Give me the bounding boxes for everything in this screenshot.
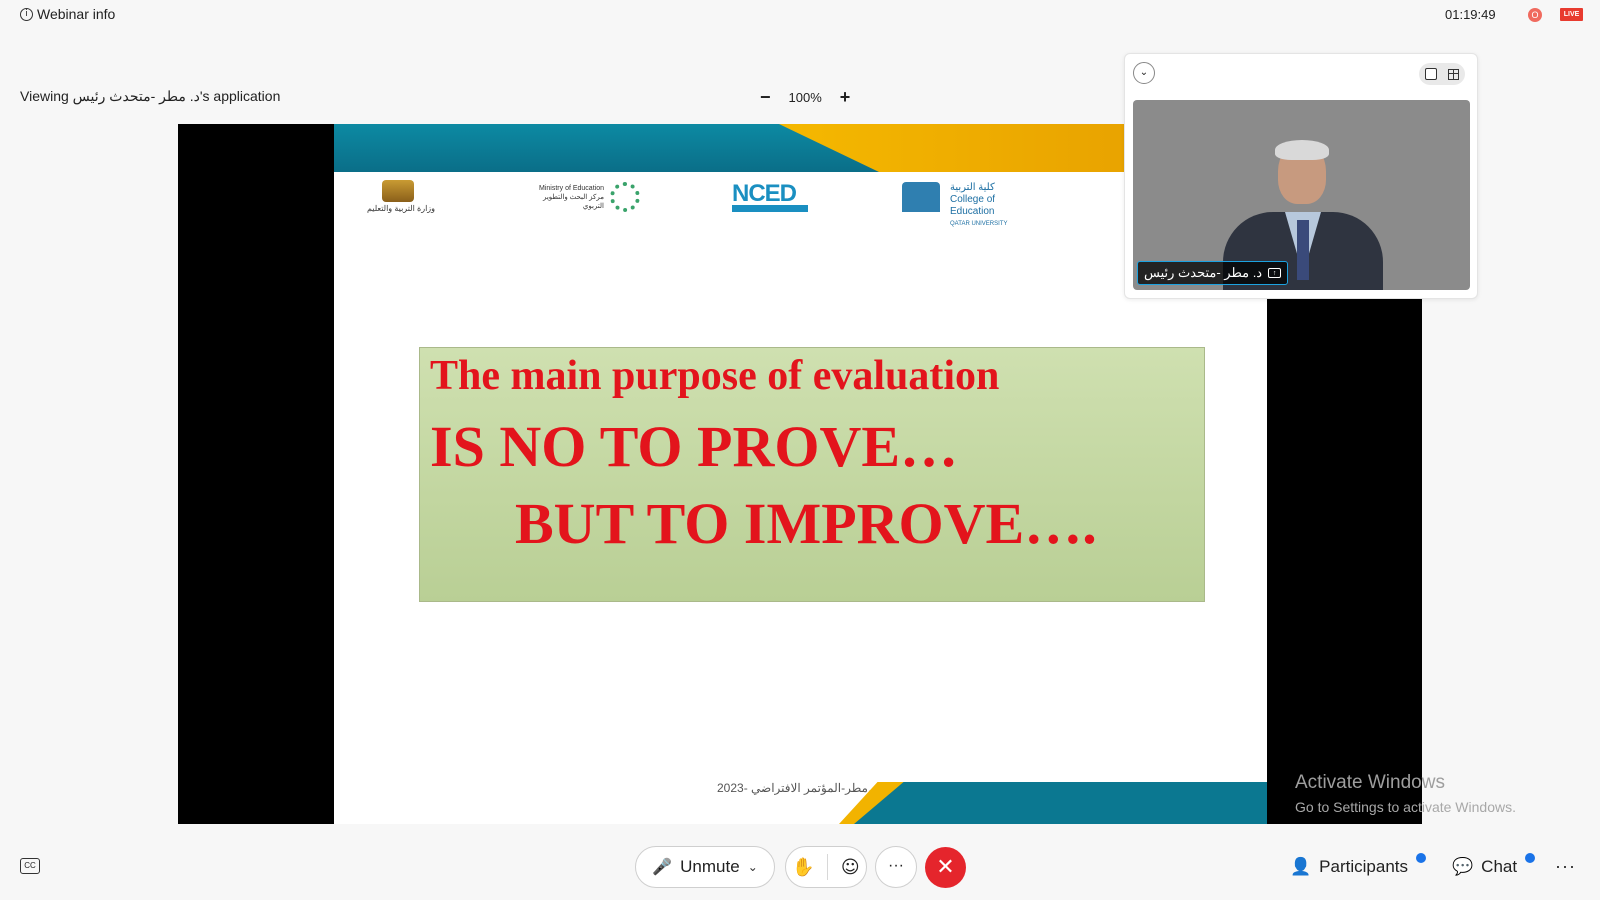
- chat-button[interactable]: 💬 Chat: [1452, 853, 1536, 877]
- slide-quote-box: The main purpose of evaluation IS NO TO …: [419, 347, 1205, 602]
- speaker-video[interactable]: د. مطر -متحدث رئيس ↑: [1133, 100, 1470, 290]
- activate-windows-title: Activate Windows: [1295, 772, 1445, 793]
- zoom-in-button[interactable]: +: [840, 88, 851, 106]
- slide-footer-band: [854, 782, 1267, 824]
- leave-meeting-button[interactable]: ✕: [925, 847, 966, 888]
- chat-notification-dot: [1525, 853, 1536, 863]
- college-name-ar: كلية التربية: [950, 182, 995, 193]
- webinar-info-label: Webinar info: [37, 6, 116, 22]
- activate-windows-subtitle: Go to Settings to activate Windows.: [1295, 799, 1516, 815]
- speaker-name-tag: د. مطر -متحدث رئيس ↑: [1137, 261, 1289, 285]
- webinar-info-button[interactable]: i Webinar info: [20, 6, 115, 22]
- video-layout-toggle: [1419, 63, 1465, 85]
- ministry-emblem-icon: [382, 180, 414, 202]
- slide-footer-text: 2023- د.مطر-المؤتمر الافتراضي: [717, 781, 877, 795]
- research-center-ring-icon: [610, 182, 640, 212]
- single-view-icon[interactable]: [1424, 68, 1437, 80]
- closed-captions-icon[interactable]: CC: [20, 858, 40, 874]
- live-badge: LIVE: [1560, 8, 1583, 21]
- chat-label: Chat: [1481, 857, 1518, 876]
- info-icon: i: [20, 7, 33, 21]
- slide-line-prove: IS NO TO PROVE…: [430, 414, 959, 479]
- slide-heading: The main purpose of evaluation: [430, 353, 1000, 399]
- divider: [827, 854, 829, 880]
- raise-hand-icon[interactable]: ✋: [792, 857, 814, 878]
- college-logo-text: كلية التربية College of Education QATAR …: [950, 182, 1032, 230]
- slide-line-improve: BUT TO IMPROVE….: [515, 491, 1097, 556]
- college-emblem-icon: [902, 182, 940, 212]
- research-center-logo: Ministry of Education مركز البحث والتطوي…: [524, 182, 654, 216]
- overflow-menu-button[interactable]: ···: [1555, 856, 1576, 877]
- sharing-screen-icon: ↑: [1268, 268, 1282, 278]
- reactions-icon[interactable]: ☺: [841, 857, 860, 878]
- participants-label: Participants: [1319, 857, 1408, 876]
- zoom-controls: − 100% +: [760, 88, 850, 106]
- video-panel: ⌄ د. مطر -متحدث رئيس ↑: [1124, 53, 1478, 299]
- college-name-en: College of Education: [950, 194, 996, 217]
- college-of-education-logo: كلية التربية College of Education QATAR …: [902, 180, 1032, 227]
- collapse-video-button[interactable]: ⌄: [1133, 62, 1155, 84]
- ministry-logo: وزارة التربية والتعليم: [356, 176, 446, 216]
- participants-button[interactable]: 👤 Participants: [1290, 853, 1426, 877]
- ministry-logo-text: وزارة التربية والتعليم: [366, 204, 436, 213]
- grid-view-icon[interactable]: [1448, 68, 1460, 80]
- chevron-down-icon[interactable]: ⌄: [748, 860, 758, 874]
- viewing-label: Viewing د. مطر -متحدث رئيس's application: [20, 88, 281, 104]
- participants-notification-dot: [1416, 853, 1426, 863]
- zoom-out-button[interactable]: −: [760, 88, 771, 106]
- elapsed-time: 01:19:49: [1445, 7, 1496, 22]
- mic-muted-icon: 🎤: [652, 859, 673, 876]
- more-options-button[interactable]: ···: [875, 846, 917, 888]
- college-university: QATAR UNIVERSITY: [950, 221, 1008, 227]
- nced-logo-bar: [732, 205, 808, 212]
- unmute-label: Unmute: [680, 857, 740, 876]
- speaker-name: د. مطر -متحدث رئيس: [1144, 265, 1263, 280]
- reactions-group: ✋ ☺: [785, 846, 867, 888]
- unmute-button[interactable]: 🎤 Unmute ⌄: [635, 846, 775, 888]
- zoom-level: 100%: [788, 89, 822, 105]
- recording-icon: O: [1528, 8, 1542, 22]
- speaker-tie: [1297, 220, 1309, 280]
- participants-icon: 👤: [1290, 857, 1312, 877]
- research-center-text: Ministry of Education مركز البحث والتطوي…: [539, 185, 604, 210]
- chat-icon: 💬: [1452, 857, 1474, 877]
- speaker-hair: [1275, 140, 1329, 160]
